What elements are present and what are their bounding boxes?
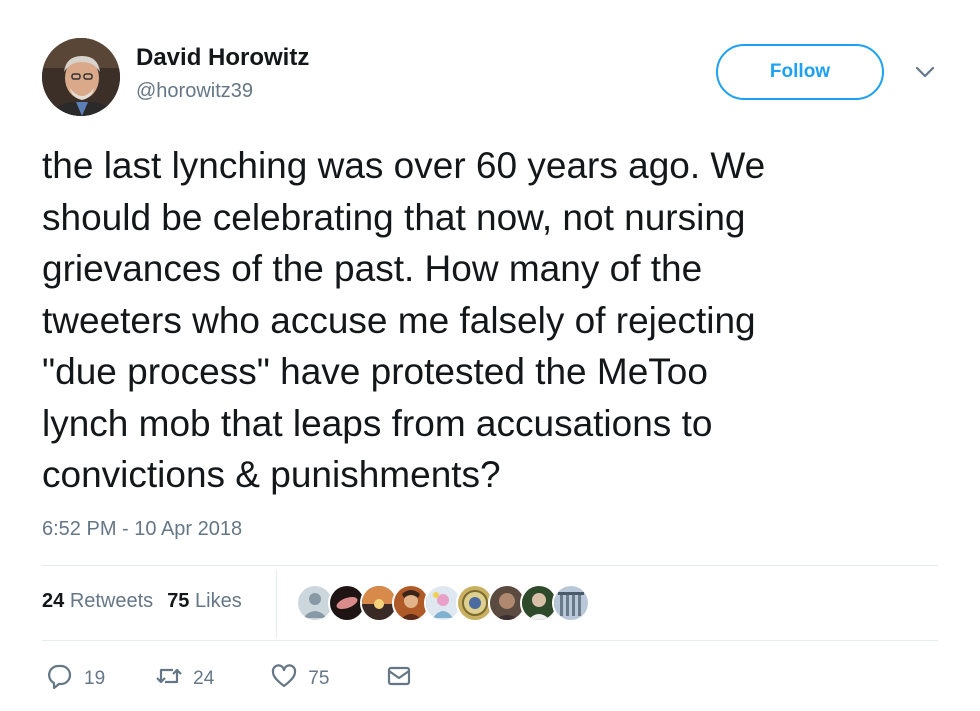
chevron-down-icon[interactable] [914,64,936,80]
tweet-timestamp[interactable]: 6:52 PM - 10 Apr 2018 [42,518,242,541]
author-avatar[interactable] [42,38,120,116]
author-handle[interactable]: @horowitz39 [136,80,253,103]
like-count: 75 [308,668,330,689]
tweet-text: the last lynching was over 60 years ago.… [42,140,942,501]
tweet-line: convictions & punishments? [42,454,501,495]
tweet-line: tweeters who accuse me falsely of reject… [42,299,756,341]
stats-divider [276,570,277,638]
direct-message-button[interactable] [385,662,413,696]
like-button[interactable]: 75 [270,662,329,696]
tweet-line: grievances of the past. How many of the [42,248,703,289]
heart-icon [270,662,298,696]
divider [42,640,938,641]
reply-button[interactable]: 19 [46,662,105,696]
likes-count: 75 [167,590,190,612]
tweet-actions: 19 24 75 [42,662,413,696]
retweet-count: 24 [193,668,215,689]
liker-avatars [296,584,590,622]
retweets-stat[interactable]: 24 Retweets [42,590,153,613]
tweet-line: "due process" have protested the MeToo [42,351,708,392]
envelope-icon [385,662,413,696]
tweet-line: should be celebrating that now, not nurs… [42,196,746,238]
retweets-count: 24 [42,590,65,612]
reply-icon [46,662,74,696]
follow-button[interactable]: Follow [716,44,884,100]
retweet-button[interactable]: 24 [155,662,214,696]
tweet-line: the last lynching was over 60 years ago.… [42,145,766,186]
divider [42,565,938,566]
retweets-label: Retweets [69,590,154,612]
tweet-line: lynch mob that leaps from accusations to [42,402,713,444]
tweet-stats: 24 Retweets 75 Likes [42,590,242,613]
liker-avatar[interactable] [552,584,590,622]
likes-stat[interactable]: 75 Likes [167,590,242,613]
retweet-icon [155,662,183,696]
reply-count: 19 [84,668,106,689]
author-name[interactable]: David Horowitz [136,44,309,72]
likes-label: Likes [195,590,242,612]
